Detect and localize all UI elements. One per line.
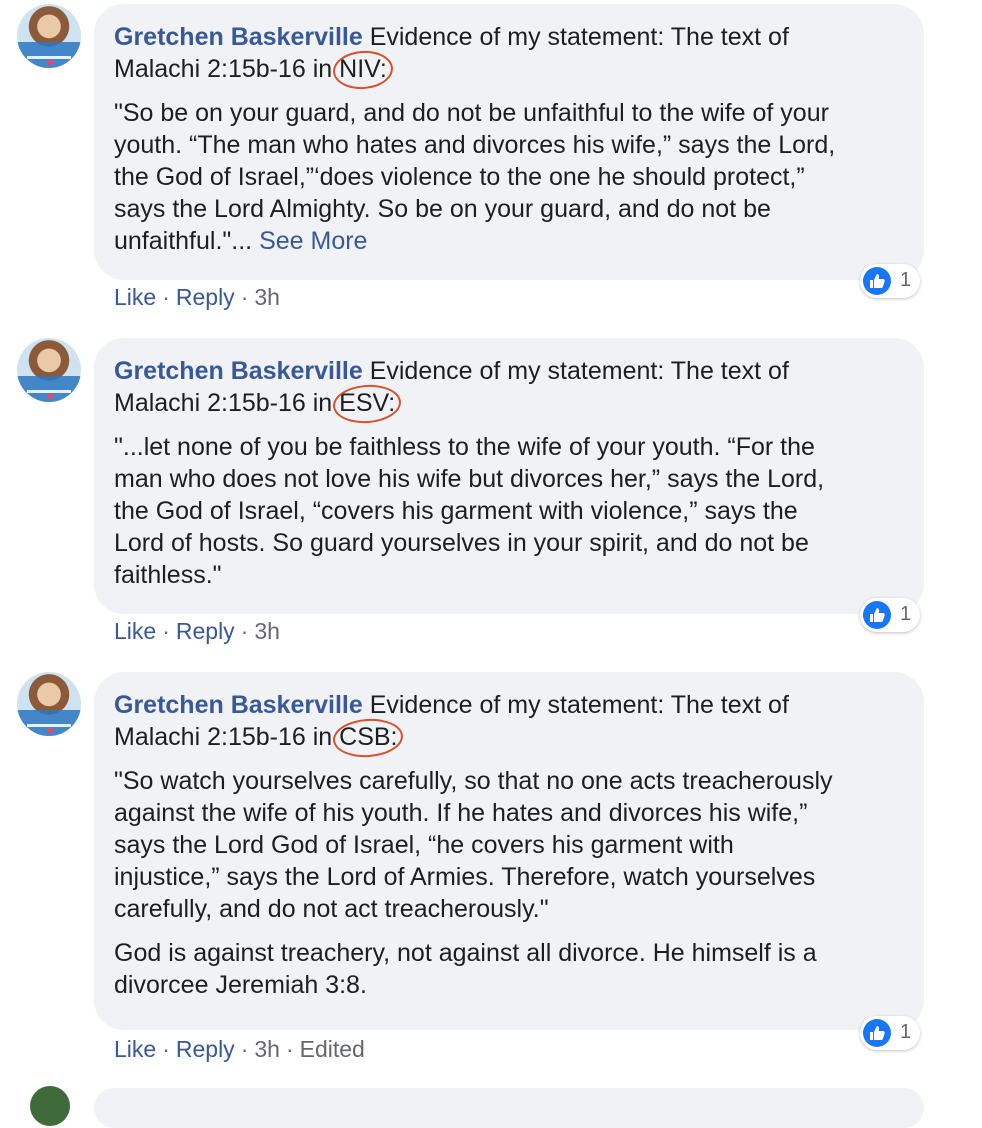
like-button[interactable]: Like bbox=[114, 284, 156, 310]
quote-line: "So be on your guard, and do not be unfa… bbox=[114, 99, 829, 127]
reply-button[interactable]: Reply bbox=[176, 284, 235, 310]
bible-version-annotation: NIV: bbox=[331, 48, 395, 92]
author-name[interactable]: Gretchen Baskerville bbox=[114, 23, 363, 51]
quote-line: says the Lord Almighty. So be on your gu… bbox=[114, 195, 771, 223]
intro-text: Evidence of my statement: The text of bbox=[362, 691, 789, 719]
comment-actions: Like · Reply · 3h bbox=[114, 618, 280, 644]
reaction-count: 1 bbox=[900, 1021, 912, 1043]
quote-line: injustice,” says the Lord of Armies. The… bbox=[114, 863, 816, 891]
see-more-link[interactable]: See More bbox=[259, 227, 367, 255]
bible-version-annotation: ESV: bbox=[331, 382, 403, 426]
quote-line: carefully, and do not act treacherously.… bbox=[114, 895, 549, 923]
intro-text: Evidence of my statement: The text of bbox=[362, 357, 789, 385]
bible-version-annotation: CSB: bbox=[331, 716, 405, 760]
comment-text-line: divorcee Jeremiah 3:8. bbox=[114, 971, 367, 999]
edited-label: Edited bbox=[299, 1036, 365, 1062]
timestamp[interactable]: 3h bbox=[254, 284, 280, 310]
comment-actions: Like · Reply · 3h · Edited bbox=[114, 1036, 365, 1062]
quote-line: unfaithful."... See More bbox=[114, 227, 368, 255]
heart-icon bbox=[47, 394, 53, 399]
reference-line: Malachi 2:15b-16 in CSB: bbox=[114, 716, 904, 760]
reference-prefix: Malachi 2:15b-16 in bbox=[114, 55, 340, 83]
like-button[interactable]: Like bbox=[114, 1036, 156, 1062]
reference-line: Malachi 2:15b-16 in ESV: bbox=[114, 382, 904, 426]
quote-line: the God of Israel,”‘does violence to the… bbox=[114, 163, 805, 191]
quote-line: Lord of hosts. So guard yourselves in yo… bbox=[114, 529, 809, 557]
avatar[interactable] bbox=[30, 1086, 70, 1126]
reaction-count: 1 bbox=[900, 269, 912, 291]
comment-header-line: Gretchen Baskerville Evidence of my stat… bbox=[114, 689, 904, 721]
comment-actions: Like · Reply · 3h bbox=[114, 284, 280, 310]
timestamp[interactable]: 3h bbox=[254, 618, 280, 644]
quote-line: "...let none of you be faithless to the … bbox=[114, 433, 815, 461]
reply-button[interactable]: Reply bbox=[176, 1036, 235, 1062]
comment-bubble: Gretchen Baskerville Evidence of my stat… bbox=[94, 4, 924, 280]
reference-prefix: Malachi 2:15b-16 in bbox=[114, 723, 340, 751]
avatar[interactable] bbox=[17, 338, 81, 402]
quote-line: faithless." bbox=[114, 561, 222, 589]
reaction-summary[interactable]: 1 bbox=[860, 598, 920, 632]
quote-line: "So watch yourselves carefully, so that … bbox=[114, 767, 833, 795]
profile-frame-text bbox=[27, 724, 71, 727]
comment-header-line: Gretchen Baskerville Evidence of my stat… bbox=[114, 21, 904, 53]
quote-line: says the Lord God of Israel, “he covers … bbox=[114, 831, 734, 859]
author-name[interactable]: Gretchen Baskerville bbox=[114, 691, 363, 719]
comment-bubble bbox=[94, 1088, 924, 1128]
profile-frame-text bbox=[27, 56, 71, 59]
thumbs-up-icon bbox=[863, 267, 891, 295]
heart-icon bbox=[47, 728, 53, 733]
avatar[interactable] bbox=[17, 672, 81, 736]
comment-text-line: God is against treachery, not against al… bbox=[114, 939, 817, 967]
reaction-summary[interactable]: 1 bbox=[860, 264, 920, 298]
reply-button[interactable]: Reply bbox=[176, 618, 235, 644]
avatar[interactable] bbox=[17, 4, 81, 68]
profile-frame-text bbox=[27, 390, 71, 393]
quote-line: youth. “The man who hates and divorces h… bbox=[114, 131, 836, 159]
comment-bubble: Gretchen Baskerville Evidence of my stat… bbox=[94, 338, 924, 614]
author-name[interactable]: Gretchen Baskerville bbox=[114, 357, 363, 385]
quote-line: the God of Israel, “covers his garment w… bbox=[114, 497, 798, 525]
quote-line: against the wife of his youth. If he hat… bbox=[114, 799, 808, 827]
quote-line: man who does not love his wife but divor… bbox=[114, 465, 825, 493]
intro-text: Evidence of my statement: The text of bbox=[362, 23, 789, 51]
like-button[interactable]: Like bbox=[114, 618, 156, 644]
reference-prefix: Malachi 2:15b-16 in bbox=[114, 389, 340, 417]
heart-icon bbox=[47, 60, 53, 65]
reaction-count: 1 bbox=[900, 603, 912, 625]
reference-line: Malachi 2:15b-16 in NIV: bbox=[114, 48, 904, 92]
comment-bubble: Gretchen Baskerville Evidence of my stat… bbox=[94, 672, 924, 1030]
timestamp[interactable]: 3h bbox=[254, 1036, 280, 1062]
thumbs-up-icon bbox=[863, 601, 891, 629]
thumbs-up-icon bbox=[863, 1019, 891, 1047]
reaction-summary[interactable]: 1 bbox=[860, 1016, 920, 1050]
comment-header-line: Gretchen Baskerville Evidence of my stat… bbox=[114, 355, 904, 387]
